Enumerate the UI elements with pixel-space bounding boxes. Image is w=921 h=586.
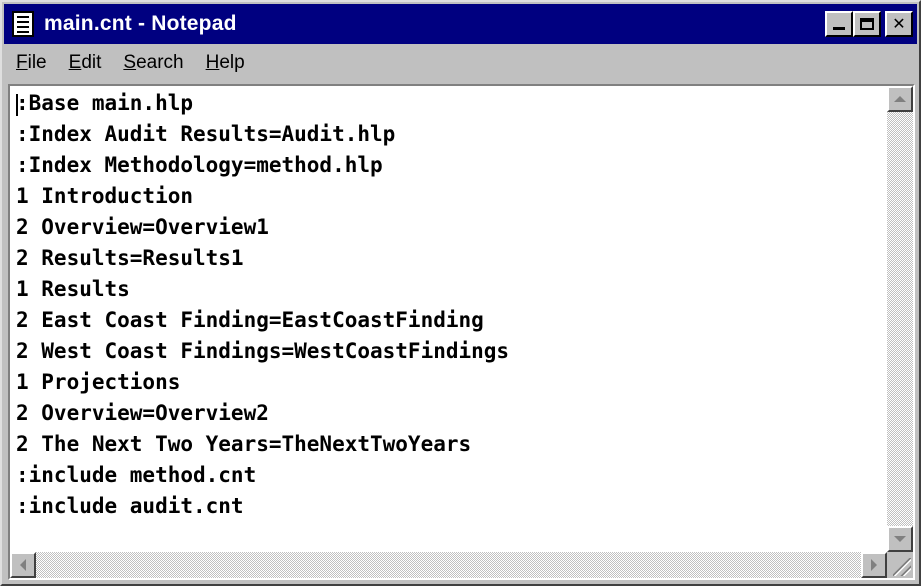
text-line: :include method.cnt bbox=[16, 463, 257, 487]
text-line: :Base main.hlp bbox=[16, 91, 194, 115]
maximize-button[interactable] bbox=[853, 11, 881, 37]
scroll-left-button[interactable] bbox=[10, 552, 36, 578]
text-line: 2 Results=Results1 bbox=[16, 246, 244, 270]
scroll-down-button[interactable] bbox=[887, 526, 913, 552]
text-line: 2 The Next Two Years=TheNextTwoYears bbox=[16, 432, 472, 456]
horizontal-scrollbar[interactable] bbox=[10, 552, 887, 578]
text-line: 2 East Coast Finding=EastCoastFinding bbox=[16, 308, 484, 332]
minimize-icon bbox=[833, 27, 845, 30]
notepad-icon[interactable] bbox=[12, 11, 34, 37]
scroll-right-button[interactable] bbox=[861, 552, 887, 578]
arrow-left-icon bbox=[20, 559, 26, 571]
menu-edit[interactable]: Edit bbox=[69, 50, 102, 76]
text-line: 1 Introduction bbox=[16, 184, 194, 208]
arrow-right-icon bbox=[871, 559, 877, 571]
text-line: 1 Results bbox=[16, 277, 130, 301]
text-caret bbox=[16, 94, 18, 116]
menu-help[interactable]: Help bbox=[206, 50, 245, 76]
minimize-button[interactable] bbox=[825, 11, 853, 37]
size-grip-icon[interactable] bbox=[887, 552, 913, 578]
text-line: 1 Projections bbox=[16, 370, 181, 394]
text-area[interactable]: :Base main.hlp :Index Audit Results=Audi… bbox=[12, 88, 885, 550]
title-bar[interactable]: main.cnt - Notepad ✕ bbox=[4, 4, 917, 44]
text-line: :Index Methodology=method.hlp bbox=[16, 153, 383, 177]
text-line: :Index Audit Results=Audit.hlp bbox=[16, 122, 396, 146]
scroll-up-button[interactable] bbox=[887, 86, 913, 112]
text-line: 2 Overview=Overview2 bbox=[16, 401, 269, 425]
vertical-scrollbar[interactable] bbox=[887, 86, 913, 552]
menu-file[interactable]: File bbox=[16, 50, 47, 76]
notepad-window: main.cnt - Notepad ✕ File Edit Search He… bbox=[0, 0, 921, 586]
text-line: 2 Overview=Overview1 bbox=[16, 215, 269, 239]
editor-frame: :Base main.hlp :Index Audit Results=Audi… bbox=[8, 84, 915, 580]
arrow-up-icon bbox=[894, 96, 906, 102]
window-title: main.cnt - Notepad bbox=[44, 12, 237, 35]
close-button[interactable]: ✕ bbox=[885, 11, 913, 37]
menu-bar: File Edit Search Help bbox=[4, 46, 917, 80]
arrow-down-icon bbox=[894, 536, 906, 542]
maximize-icon bbox=[860, 18, 874, 30]
text-line: 2 West Coast Findings=WestCoastFindings bbox=[16, 339, 510, 363]
caption-buttons: ✕ bbox=[825, 11, 913, 37]
text-line: :include audit.cnt bbox=[16, 494, 244, 518]
close-icon: ✕ bbox=[892, 14, 906, 33]
menu-search[interactable]: Search bbox=[123, 50, 183, 76]
